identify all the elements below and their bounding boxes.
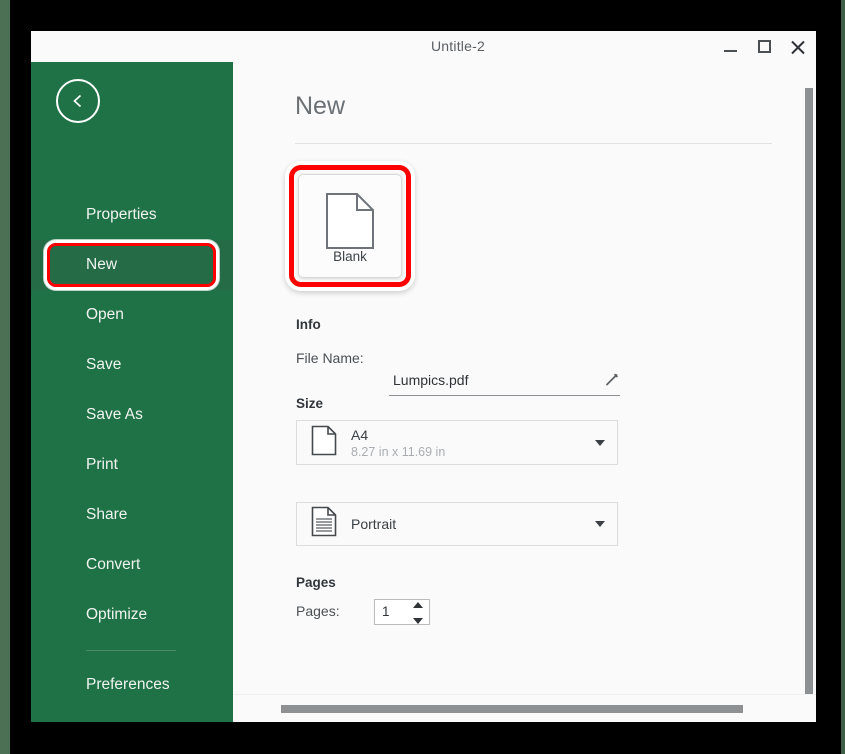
- sidebar-item-label: New: [86, 256, 118, 273]
- orientation-dropdown[interactable]: Portrait: [296, 502, 618, 546]
- window-title: Untitle-2: [431, 38, 485, 54]
- sidebar-item-preferences[interactable]: Preferences: [31, 660, 233, 710]
- new-highlight-annotation: [47, 243, 216, 287]
- sidebar-menu: Properties New Open Save Save As Print S…: [31, 190, 233, 710]
- application-window: Untitle-2 Properties New Open Save Save …: [31, 31, 816, 722]
- sidebar-item-label: Convert: [86, 556, 141, 573]
- page-size-dropdown[interactable]: A4 8.27 in x 11.69 in: [296, 420, 618, 465]
- sidebar-item-label: Open: [86, 306, 124, 323]
- sidebar-item-share[interactable]: Share: [31, 490, 233, 540]
- pages-label: Pages:: [296, 603, 340, 619]
- sidebar-item-label: Properties: [86, 206, 157, 223]
- info-heading: Info: [296, 317, 321, 332]
- chevron-down-icon: [595, 521, 605, 527]
- back-button[interactable]: [56, 79, 100, 123]
- desktop-right-edge: [841, 0, 845, 754]
- document-page-icon: [325, 192, 375, 255]
- minimize-icon: [723, 49, 737, 52]
- vertical-scrollbar-thumb[interactable]: [805, 88, 813, 700]
- file-name-value: Lumpics.pdf: [393, 372, 469, 388]
- orientation-value: Portrait: [351, 516, 397, 532]
- file-name-label: File Name:: [296, 350, 364, 366]
- sidebar-item-label: Save: [86, 356, 122, 373]
- chevron-down-icon: [595, 439, 605, 446]
- sidebar-item-save[interactable]: Save: [31, 340, 233, 390]
- window-controls: [720, 31, 808, 62]
- desktop-left-edge: [0, 0, 10, 754]
- sidebar-item-new[interactable]: New: [31, 240, 233, 290]
- pages-stepper[interactable]: 1: [374, 599, 430, 625]
- page-title: New: [295, 92, 346, 120]
- sidebar-item-convert[interactable]: Convert: [31, 540, 233, 590]
- title-divider: [295, 143, 772, 144]
- sidebar-item-open[interactable]: Open: [31, 290, 233, 340]
- desktop-background: Untitle-2 Properties New Open Save Save …: [0, 0, 845, 754]
- maximize-button[interactable]: [754, 37, 774, 57]
- stepper-down-icon[interactable]: [413, 618, 423, 624]
- file-name-field[interactable]: Lumpics.pdf: [389, 370, 620, 396]
- page-lines-icon: [311, 506, 337, 542]
- sidebar-item-optimize[interactable]: Optimize: [31, 590, 233, 640]
- title-bar: Untitle-2: [31, 31, 816, 62]
- page-size-value: A4: [351, 427, 369, 443]
- template-card-blank[interactable]: Blank: [298, 174, 402, 278]
- sidebar-item-save-as[interactable]: Save As: [31, 390, 233, 440]
- maximize-icon: [757, 40, 771, 53]
- close-icon: [790, 39, 806, 55]
- sidebar-item-label: Preferences: [86, 676, 170, 693]
- size-heading: Size: [296, 396, 324, 411]
- template-card-label: Blank: [333, 249, 367, 264]
- sidebar-item-label: Optimize: [86, 606, 148, 623]
- page-blank-icon: [311, 425, 337, 461]
- pencil-icon[interactable]: [604, 372, 620, 393]
- close-button[interactable]: [788, 37, 808, 57]
- stepper-buttons: [412, 602, 424, 624]
- vertical-scrollbar[interactable]: [802, 62, 816, 722]
- horizontal-scrollbar[interactable]: [233, 694, 816, 722]
- sidebar-divider: [86, 650, 176, 651]
- sidebar-item-print[interactable]: Print: [31, 440, 233, 490]
- pages-heading: Pages: [296, 575, 336, 590]
- chevron-left-icon: [69, 92, 87, 110]
- sidebar-item-properties[interactable]: Properties: [31, 190, 233, 240]
- sidebar: Properties New Open Save Save As Print S…: [31, 62, 233, 722]
- content-pane: New Blank Info File Name: Lumpics.pdf Si…: [233, 62, 816, 722]
- minimize-button[interactable]: [720, 37, 740, 57]
- sidebar-item-label: Print: [86, 456, 118, 473]
- pages-value: 1: [382, 604, 390, 619]
- page-size-dimensions: 8.27 in x 11.69 in: [351, 445, 446, 459]
- stepper-up-icon[interactable]: [413, 602, 423, 608]
- sidebar-item-label: Share: [86, 506, 128, 523]
- horizontal-scrollbar-thumb[interactable]: [281, 705, 743, 713]
- sidebar-item-label: Save As: [86, 406, 143, 423]
